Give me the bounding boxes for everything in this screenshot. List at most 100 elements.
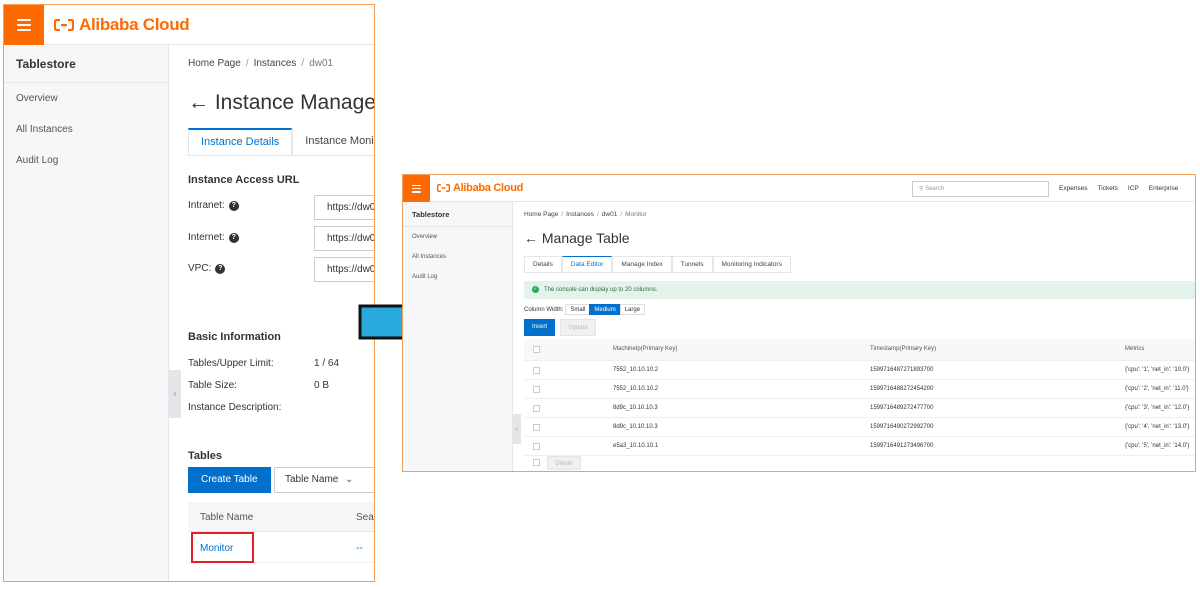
back-arrow-icon[interactable]: ← (188, 91, 209, 114)
main-content: Home Page / Instances / dw01 ← Instance Mana… (188, 45, 374, 581)
tables-limit-value: 1 / 64 (314, 358, 340, 369)
internet-url-field[interactable]: https://dw0 (314, 226, 374, 251)
column-header: Metrics (1125, 346, 1145, 352)
timestamp-cell: 1599716487271893700 (870, 367, 934, 373)
alibaba-cloud-logo[interactable]: Alibaba Cloud (437, 182, 523, 194)
table-row[interactable]: 7552_10.10.10.2 1599716488272454200 {'cp… (524, 380, 1195, 399)
insert-button[interactable]: Insert (524, 319, 555, 336)
alibaba-cloud-logo[interactable]: Alibaba Cloud (54, 15, 190, 35)
sidebar-item-overview[interactable]: Overview (4, 83, 168, 114)
tab-data-editor[interactable]: Data Editor (561, 256, 613, 273)
hamburger-icon (17, 19, 31, 31)
sidebar-item-audit-log[interactable]: Audit Log (403, 267, 512, 287)
chevron-down-icon: ⌄ (345, 474, 354, 485)
nav-expenses[interactable]: Expenses (1059, 185, 1088, 192)
top-nav-links: Expenses Tickets ICP Enterprise (1059, 185, 1188, 192)
column-width-control: Column Width: Small Medium Large (524, 304, 646, 315)
tab-manage-index[interactable]: Manage Index (612, 256, 672, 273)
column-width-small[interactable]: Small (565, 304, 591, 315)
sidebar-collapse-handle[interactable]: ‹ (513, 414, 521, 444)
row-checkbox[interactable] (533, 405, 540, 412)
metrics-cell: {'cpu': '5', 'net_in': '14.0'} (1125, 443, 1190, 449)
metrics-cell: {'cpu': '1', 'net_in': '10.0'} (1125, 367, 1190, 373)
search-icon: ⚲ (919, 186, 924, 192)
sidebar-collapse-handle[interactable]: ‹ (169, 370, 181, 418)
machine-cell: 8d9c_10.10.10.3 (613, 424, 658, 430)
timestamp-cell: 1599716490272992700 (870, 424, 934, 430)
machine-cell: 8d9c_10.10.10.3 (613, 405, 658, 411)
breadcrumb-home[interactable]: Home Page (524, 211, 558, 218)
create-table-button[interactable]: Create Table (188, 467, 271, 493)
menu-button[interactable] (403, 175, 430, 202)
alibaba-logo-icon (437, 184, 450, 192)
row-checkbox[interactable] (533, 367, 540, 374)
machine-cell: 7552_10.10.10.2 (613, 367, 659, 373)
row-checkbox[interactable] (533, 424, 540, 431)
sidebar-item-all-instances[interactable]: All Instances (403, 247, 512, 267)
select-all-checkbox[interactable] (533, 346, 540, 353)
page-title: ← Instance Manage (188, 91, 374, 115)
sidebar-item-overview[interactable]: Overview (403, 227, 512, 247)
table-filter-select[interactable]: Table Name ⌄ (274, 467, 374, 493)
notice-text: The console can display up to 20 columns… (544, 287, 658, 293)
table-row[interactable]: 8d9c_10.10.10.3 1599716490272992700 {'cp… (524, 418, 1195, 437)
hamburger-icon (412, 184, 421, 193)
tab-instance-details[interactable]: Instance Details (188, 128, 293, 156)
back-arrow-icon[interactable]: ← (524, 230, 538, 246)
tables-heading: Tables (188, 450, 223, 462)
chevron-left-icon: ‹ (173, 388, 177, 400)
brand-name: Alibaba Cloud (79, 15, 190, 34)
column-width-medium[interactable]: Medium (589, 304, 621, 315)
column-header: Table Name (200, 512, 254, 523)
breadcrumb-current: Monitor (625, 211, 647, 218)
sidebar-title: Tablestore (403, 202, 512, 227)
table-size-value: 0 B (314, 380, 330, 391)
highlight-box (191, 532, 254, 563)
chevron-left-icon: ‹ (515, 425, 519, 433)
column-width-large[interactable]: Large (619, 304, 646, 315)
row-checkbox[interactable] (533, 386, 540, 393)
breadcrumb-instances[interactable]: Instances (566, 211, 594, 218)
nav-tickets[interactable]: Tickets (1098, 185, 1118, 192)
sidebar-item-audit-log[interactable]: Audit Log (4, 145, 168, 176)
intranet-url-field[interactable]: https://dw0 (314, 195, 374, 220)
nav-icp[interactable]: ICP (1128, 185, 1139, 192)
nav-enterprise[interactable]: Enterprise (1149, 185, 1179, 192)
help-icon[interactable]: ? (215, 263, 226, 274)
breadcrumb: Home Page / Instances / dw01/Monitor (524, 211, 647, 218)
help-icon[interactable]: ? (228, 232, 239, 243)
column-header: Timestamp(Primary Key) (870, 346, 937, 352)
tables-table-header: Table Name Sear (188, 502, 374, 532)
breadcrumb-home[interactable]: Home Page (188, 58, 241, 69)
table-row[interactable]: 7552_10.10.10.2 1599716487271893700 {'cp… (524, 361, 1195, 380)
menu-button[interactable] (4, 5, 44, 45)
tab-details[interactable]: Details (524, 256, 562, 273)
basic-info-heading: Basic Information (188, 331, 281, 343)
top-navbar: Alibaba Cloud ⚲ Search Expenses Tickets IC… (403, 175, 1195, 202)
table-row[interactable]: 8d9c_10.10.10.3 1599716489272477700 {'cp… (524, 399, 1195, 418)
grid-header-row: MachineIp(Primary Key) Timestamp(Primary… (524, 339, 1195, 361)
sidebar-title: Tablestore (4, 45, 168, 83)
breadcrumb: Home Page / Instances / dw01 (188, 58, 334, 69)
tab-tunnels[interactable]: Tunnels (671, 256, 713, 273)
delete-button[interactable]: Delete (547, 456, 581, 470)
tables-limit-label: Tables/Upper Limit: (188, 358, 274, 369)
breadcrumb-instance[interactable]: dw01 (602, 211, 618, 218)
tab-monitoring-indicators[interactable]: Monitoring Indicators (712, 256, 791, 273)
tab-instance-monitoring[interactable]: Instance Moni (292, 128, 374, 156)
help-icon[interactable]: ? (228, 200, 239, 211)
vpc-url-field[interactable]: https://dw0 (314, 257, 374, 282)
search-input[interactable]: ⚲ Search (912, 181, 1049, 197)
breadcrumb-instances[interactable]: Instances (254, 58, 297, 69)
column-header: MachineIp(Primary Key) (613, 346, 678, 352)
select-all-checkbox[interactable] (533, 459, 540, 466)
row-checkbox[interactable] (533, 443, 540, 450)
timestamp-cell: 1599716491273496700 (870, 443, 934, 449)
data-grid: MachineIp(Primary Key) Timestamp(Primary… (524, 339, 1195, 456)
vpc-label: VPC:? (188, 263, 226, 274)
update-button[interactable]: Update (560, 319, 596, 336)
page-title: ← Manage Table (524, 230, 630, 246)
manage-table-screenshot: Alibaba Cloud ⚲ Search Expenses Tickets IC… (402, 174, 1196, 472)
sidebar-item-all-instances[interactable]: All Instances (4, 114, 168, 145)
table-row[interactable]: e5a3_10.10.10.1 1599716491273496700 {'cp… (524, 437, 1195, 456)
